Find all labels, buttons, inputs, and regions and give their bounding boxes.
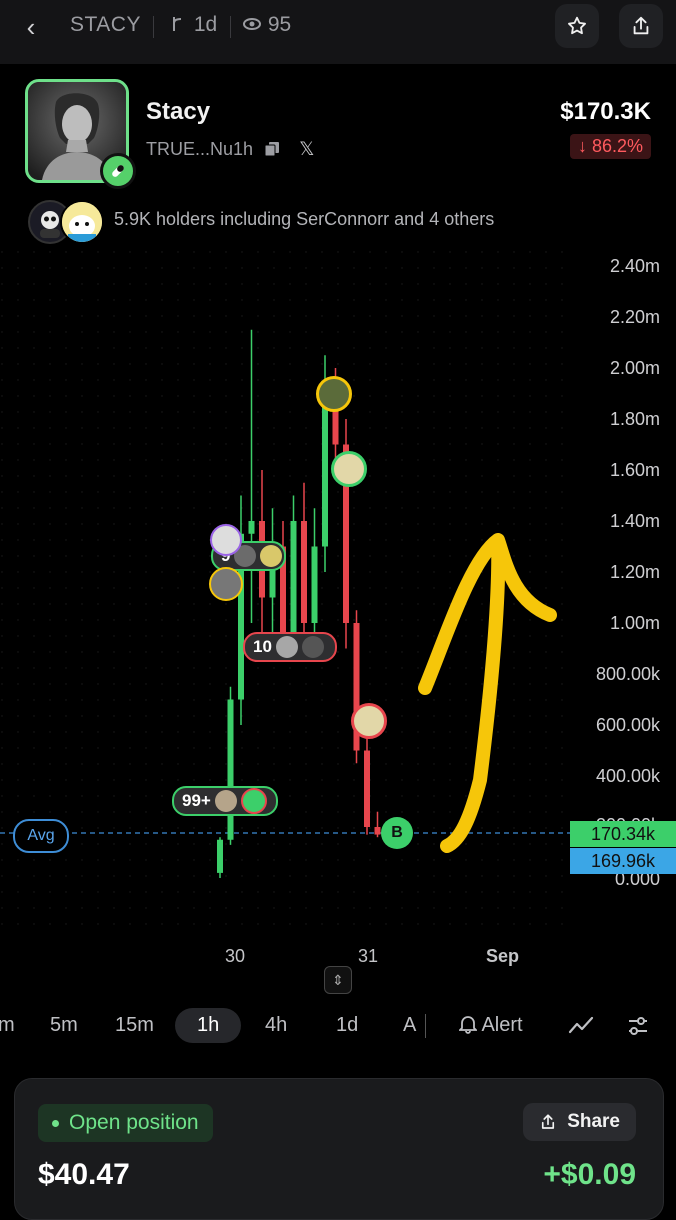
position-pnl: +$0.09 [543, 1158, 636, 1191]
holder-marker[interactable] [351, 703, 387, 739]
candle-body [364, 750, 370, 827]
star-icon [568, 16, 586, 35]
alert-button[interactable]: Alert [457, 1014, 523, 1037]
position-value: $40.47 [38, 1158, 130, 1191]
open-position-badge[interactable]: Open position [38, 1104, 213, 1142]
status-dot [52, 1119, 59, 1127]
buy-marker[interactable]: B [381, 817, 413, 849]
expand-chart-icon[interactable]: ⇕ [324, 966, 352, 994]
views-count: 95 [267, 13, 292, 36]
y-axis-label: 2.00m [609, 358, 660, 378]
share-icon [542, 1114, 555, 1129]
candle-body [311, 546, 318, 623]
interval-option[interactable]: 15m [115, 1014, 154, 1037]
divider [153, 16, 154, 38]
pill-icon [100, 153, 136, 189]
trade-bubble[interactable]: 10 [243, 632, 337, 662]
branch-icon [173, 17, 182, 31]
candle-body [248, 521, 255, 534]
trade-bubble[interactable]: 99+ [172, 786, 278, 816]
candle-body [374, 827, 381, 835]
y-axis-label: 1.80m [609, 409, 660, 429]
y-axis-label: 1.40m [609, 511, 660, 531]
interval-option[interactable]: 4h [265, 1014, 287, 1037]
y-axis-label: 800.00k [595, 664, 660, 684]
chevron-left-icon[interactable]: ‹ [16, 12, 46, 42]
interval-option[interactable]: A [403, 1014, 416, 1037]
y-axis-label: 600.00k [595, 715, 660, 735]
x-twitter-icon[interactable]: 𝕏 [299, 139, 314, 160]
indicator-line-icon[interactable] [568, 1016, 594, 1036]
alert-label: Alert [481, 1014, 523, 1036]
favorite-button[interactable] [555, 4, 599, 48]
open-position-label: Open position [69, 1111, 199, 1134]
candle-body [290, 521, 297, 636]
share-button[interactable] [619, 4, 663, 48]
y-axis-label: 1.20m [609, 562, 660, 582]
candle-body [301, 521, 307, 623]
current-price-tag: 170.34k [570, 821, 676, 847]
avg-label[interactable]: Avg [13, 819, 69, 853]
holder-marker[interactable] [209, 567, 243, 601]
price-change-badge: ↓ 86.2% [569, 134, 651, 159]
avg-price-tag: 169.96k [570, 848, 676, 874]
timeframe-label: 1d [193, 13, 218, 36]
holders-summary[interactable]: 5.9K holders including SerConnorr and 4 … [114, 209, 494, 230]
interval-option[interactable]: 5m [50, 1014, 78, 1037]
y-axis-label: 400.00k [595, 766, 660, 786]
y-axis-label: 1.00m [609, 613, 660, 633]
holder-marker[interactable] [331, 451, 367, 487]
trade-bubble-count: 10 [253, 637, 272, 656]
timeframe-tag: 1d [170, 13, 217, 37]
share-label: Share [567, 1111, 620, 1132]
x-axis-label: Sep [486, 946, 520, 966]
ticker-label: STACY [70, 13, 141, 36]
settings-sliders-icon[interactable] [626, 1014, 650, 1038]
divider [425, 1014, 426, 1038]
y-axis-label: 2.40m [609, 256, 660, 276]
share-icon [633, 16, 649, 35]
eye-icon [243, 18, 261, 30]
interval-option[interactable]: 1d [336, 1014, 358, 1037]
candle-body [217, 839, 223, 873]
token-price: $170.3K [560, 98, 651, 125]
position-card [14, 1078, 664, 1220]
token-address: TRUE...Nu1h [146, 139, 254, 159]
token-name: Stacy [146, 98, 211, 125]
x-axis-label: 30 [225, 946, 246, 966]
candle-body [227, 699, 234, 840]
x-axis-label: 31 [358, 946, 379, 966]
y-axis-label: 1.60m [609, 460, 660, 480]
bell-icon [457, 1016, 479, 1034]
token-address-row: TRUE...Nu1h 𝕏 [146, 138, 314, 161]
divider [230, 16, 231, 38]
share-position-button[interactable]: Share [523, 1103, 636, 1141]
interval-option[interactable]: m [0, 1014, 15, 1037]
holder-marker[interactable] [316, 376, 352, 412]
holder-avatar[interactable] [60, 200, 104, 244]
y-axis-label: 2.20m [609, 307, 660, 327]
views-tag: 95 [242, 13, 291, 37]
trade-bubble-count: 99+ [182, 791, 211, 810]
copy-icon[interactable] [264, 141, 280, 157]
interval-option-selected[interactable]: 1h [175, 1008, 242, 1043]
holder-marker[interactable] [210, 524, 242, 556]
